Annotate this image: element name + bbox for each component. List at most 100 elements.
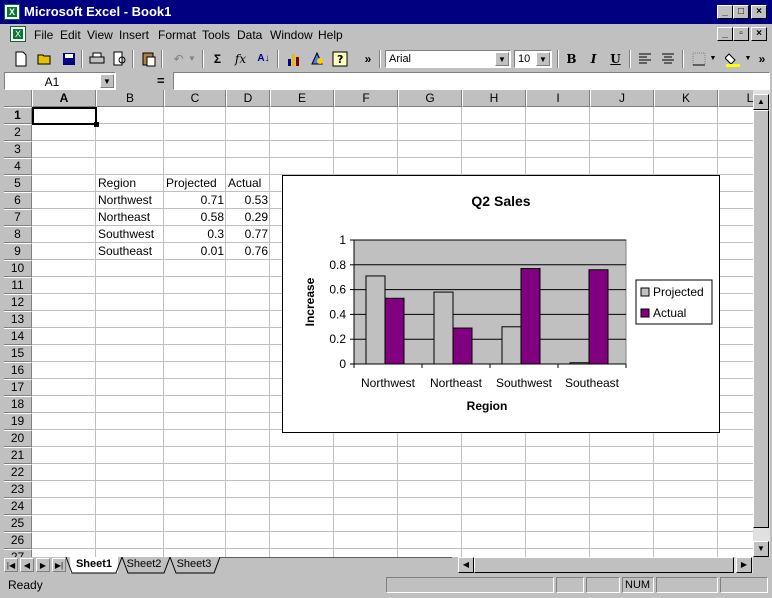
doc-close-button[interactable]: × [751, 27, 767, 41]
name-box[interactable]: A1 ▼ [4, 72, 116, 90]
row-header-10[interactable]: 10 [4, 260, 32, 277]
row-header-26[interactable]: 26 [4, 532, 32, 549]
column-header-g[interactable]: G [398, 90, 462, 107]
row-header-21[interactable]: 21 [4, 447, 32, 464]
excel-app-icon[interactable]: X [4, 4, 20, 20]
menu-tools[interactable]: Tools [202, 28, 230, 42]
row-header-18[interactable]: 18 [4, 396, 32, 413]
minimize-button[interactable]: _ [717, 5, 733, 19]
row-header-8[interactable]: 8 [4, 226, 32, 243]
underline-button[interactable]: U [605, 49, 626, 69]
italic-button[interactable]: I [583, 49, 604, 69]
toolbar-more-icon[interactable]: » [756, 49, 768, 69]
chevron-down-icon[interactable]: ▼ [100, 74, 114, 88]
menu-window[interactable]: Window [270, 28, 313, 42]
chevron-down-icon[interactable]: ▼ [495, 52, 509, 66]
menu-data[interactable]: Data [237, 28, 262, 42]
menu-help[interactable]: Help [318, 28, 343, 42]
print-preview-icon[interactable] [109, 49, 130, 69]
row-header-27[interactable]: 27 [4, 549, 32, 557]
undo-dropdown-icon[interactable]: ▼ [186, 49, 198, 69]
vertical-scroll-thumb[interactable] [753, 110, 769, 528]
table-cell-region[interactable]: Southeast [96, 243, 154, 260]
row-header-25[interactable]: 25 [4, 515, 32, 532]
open-icon[interactable] [34, 49, 55, 69]
paste-icon[interactable] [138, 49, 159, 69]
menu-insert[interactable]: Insert [119, 28, 149, 42]
table-cell-actual[interactable]: 0.29 [226, 209, 270, 226]
row-header-23[interactable]: 23 [4, 481, 32, 498]
horizontal-scroll-thumb[interactable] [474, 557, 734, 573]
font-size-select[interactable]: 10 ▼ [514, 50, 552, 68]
borders-dropdown-icon[interactable]: ▼ [708, 49, 718, 69]
scroll-left-button[interactable]: ◀ [458, 557, 474, 573]
active-cell[interactable] [32, 107, 99, 127]
column-header-a[interactable]: A [32, 90, 96, 107]
fill-color-icon[interactable] [722, 49, 743, 69]
header-projected[interactable]: Projected [164, 175, 219, 192]
table-cell-actual[interactable]: 0.76 [226, 243, 270, 260]
sort-ascending-icon[interactable]: A↓ [253, 49, 274, 69]
table-cell-region[interactable]: Northwest [96, 192, 154, 209]
header-actual[interactable]: Actual [226, 175, 263, 192]
vertical-scrollbar[interactable]: ▲ ▼ [753, 90, 770, 557]
row-header-19[interactable]: 19 [4, 413, 32, 430]
edit-formula-button[interactable]: = [157, 73, 165, 88]
table-cell-actual[interactable]: 0.77 [226, 226, 270, 243]
chevron-down-icon[interactable]: ▼ [536, 52, 550, 66]
menu-view[interactable]: View [87, 28, 113, 42]
menu-file[interactable]: File [34, 28, 53, 42]
bold-button[interactable]: B [561, 49, 582, 69]
column-header-f[interactable]: F [334, 90, 398, 107]
row-header-4[interactable]: 4 [4, 158, 32, 175]
table-cell-projected[interactable]: 0.71 [164, 192, 226, 209]
select-all-button[interactable] [4, 90, 32, 107]
drawing-icon[interactable] [306, 49, 327, 69]
table-cell-projected[interactable]: 0.58 [164, 209, 226, 226]
row-header-14[interactable]: 14 [4, 328, 32, 345]
column-header-l[interactable]: L [718, 90, 753, 107]
header-region[interactable]: Region [96, 175, 138, 192]
column-header-k[interactable]: K [654, 90, 718, 107]
menu-edit[interactable]: Edit [60, 28, 81, 42]
menu-format[interactable]: Format [158, 28, 196, 42]
row-header-15[interactable]: 15 [4, 345, 32, 362]
scroll-down-button[interactable]: ▼ [753, 541, 769, 557]
column-header-h[interactable]: H [462, 90, 526, 107]
font-name-select[interactable]: Arial ▼ [385, 50, 511, 68]
chart-object[interactable]: Q2 Sales 0 0.2 0.4 0.6 0.8 1 Northwest Northeast… [282, 175, 720, 433]
table-cell-region[interactable]: Southwest [96, 226, 156, 243]
column-header-d[interactable]: D [226, 90, 270, 107]
row-header-20[interactable]: 20 [4, 430, 32, 447]
workbook-icon[interactable]: X [10, 26, 26, 42]
doc-minimize-button[interactable]: _ [717, 27, 733, 41]
row-header-2[interactable]: 2 [4, 124, 32, 141]
row-header-12[interactable]: 12 [4, 294, 32, 311]
function-icon[interactable]: fx [230, 49, 251, 69]
table-cell-actual[interactable]: 0.53 [226, 192, 270, 209]
table-cell-projected[interactable]: 0.3 [164, 226, 226, 243]
autosum-icon[interactable]: Σ [207, 49, 228, 69]
column-header-e[interactable]: E [270, 90, 334, 107]
table-cell-projected[interactable]: 0.01 [164, 243, 226, 260]
table-cell-region[interactable]: Northeast [96, 209, 152, 226]
close-button[interactable]: × [751, 5, 767, 19]
column-header-j[interactable]: J [590, 90, 654, 107]
column-header-i[interactable]: I [526, 90, 590, 107]
new-icon[interactable] [10, 49, 31, 69]
row-header-11[interactable]: 11 [4, 277, 32, 294]
row-header-7[interactable]: 7 [4, 209, 32, 226]
doc-restore-button[interactable]: ▫ [733, 27, 749, 41]
align-center-icon[interactable] [657, 49, 678, 69]
column-header-c[interactable]: C [164, 90, 226, 107]
chart-wizard-icon[interactable] [283, 49, 304, 69]
fill-handle[interactable] [94, 122, 99, 127]
save-icon[interactable] [58, 49, 79, 69]
row-header-6[interactable]: 6 [4, 192, 32, 209]
column-header-b[interactable]: B [96, 90, 164, 107]
fill-color-dropdown-icon[interactable]: ▼ [743, 49, 753, 69]
row-header-13[interactable]: 13 [4, 311, 32, 328]
row-header-16[interactable]: 16 [4, 362, 32, 379]
print-icon[interactable] [86, 49, 107, 69]
formula-input[interactable] [173, 72, 770, 90]
